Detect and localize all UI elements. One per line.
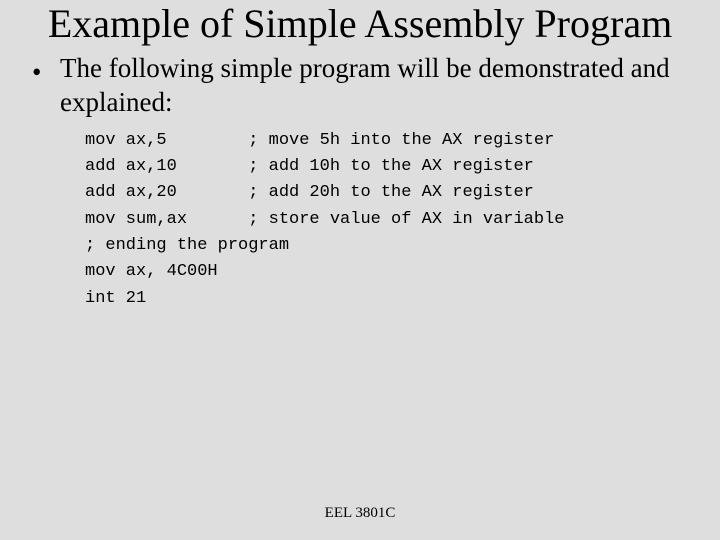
code-block: mov ax,5 ; move 5h into the AX register … [30,120,690,312]
slide: Example of Simple Assembly Program • The… [0,0,720,540]
bullet-dot: • [30,52,60,90]
slide-footer: EEL 3801C [0,505,720,522]
slide-body: • The following simple program will be d… [0,46,720,312]
slide-title: Example of Simple Assembly Program [0,0,720,46]
bullet-item: • The following simple program will be d… [30,52,690,120]
bullet-text: The following simple program will be dem… [60,52,690,120]
